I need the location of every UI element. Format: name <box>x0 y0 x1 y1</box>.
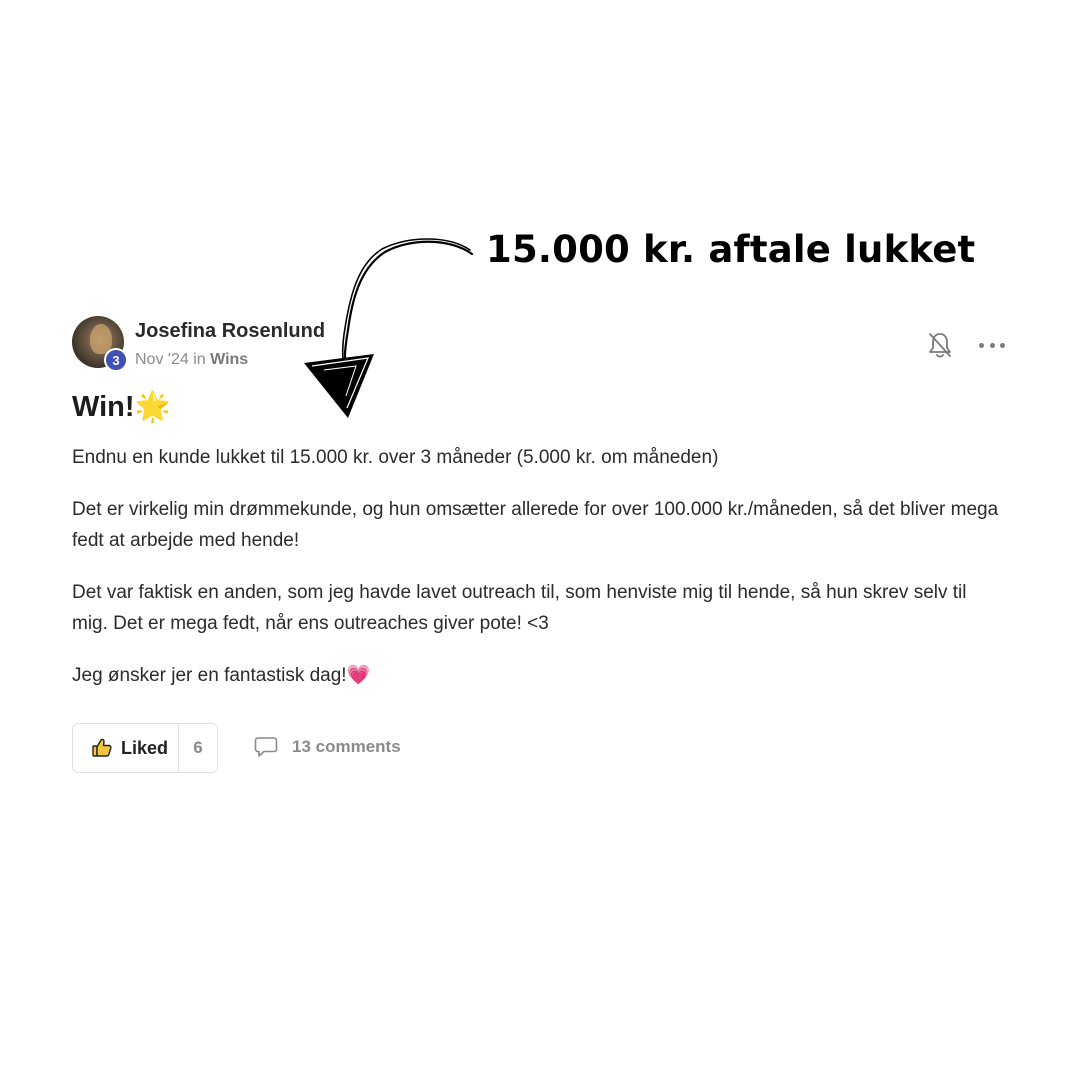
post-paragraph: Det var faktisk en anden, som jeg havde … <box>72 582 967 634</box>
comment-bubble-icon <box>254 737 278 757</box>
author-name[interactable]: Josefina Rosenlund <box>135 320 325 343</box>
like-count[interactable]: 6 <box>179 738 217 758</box>
comments-label: 13 comments <box>292 737 401 756</box>
meta-in-word: in <box>193 351 206 368</box>
like-toggle[interactable]: Liked <box>73 724 179 772</box>
star-emoji-icon: 🌟 <box>134 391 171 423</box>
comments-link[interactable]: 13 comments <box>254 736 401 758</box>
post-title: Win!🌟 <box>72 390 171 424</box>
post-title-text: Win! <box>72 391 135 423</box>
like-label: Liked <box>121 737 169 758</box>
category-link[interactable]: Wins <box>210 351 248 368</box>
annotation-headline: 15.000 kr. aftale lukket <box>486 228 976 271</box>
bell-off-icon[interactable] <box>927 331 953 359</box>
heart-emoji-icon: 💗 <box>346 665 371 686</box>
post-date: Nov '24 <box>135 351 189 368</box>
post-paragraph: Det er virkelig min drømmekunde, og hun … <box>72 499 999 551</box>
post-paragraph: Jeg ønsker jer en fantastisk dag!💗 <box>72 660 1002 691</box>
post-paragraph: Endnu en kunde lukket til 15.000 kr. ove… <box>72 447 719 468</box>
more-horizontal-icon[interactable] <box>979 334 1005 356</box>
thumbs-up-icon <box>92 738 112 757</box>
level-badge: 3 <box>104 348 128 372</box>
closing-text: Jeg ønsker jer en fantastisk dag! <box>72 665 347 686</box>
post-meta: Nov '24 in Wins <box>135 351 248 369</box>
like-button[interactable]: Liked 6 <box>72 723 218 773</box>
